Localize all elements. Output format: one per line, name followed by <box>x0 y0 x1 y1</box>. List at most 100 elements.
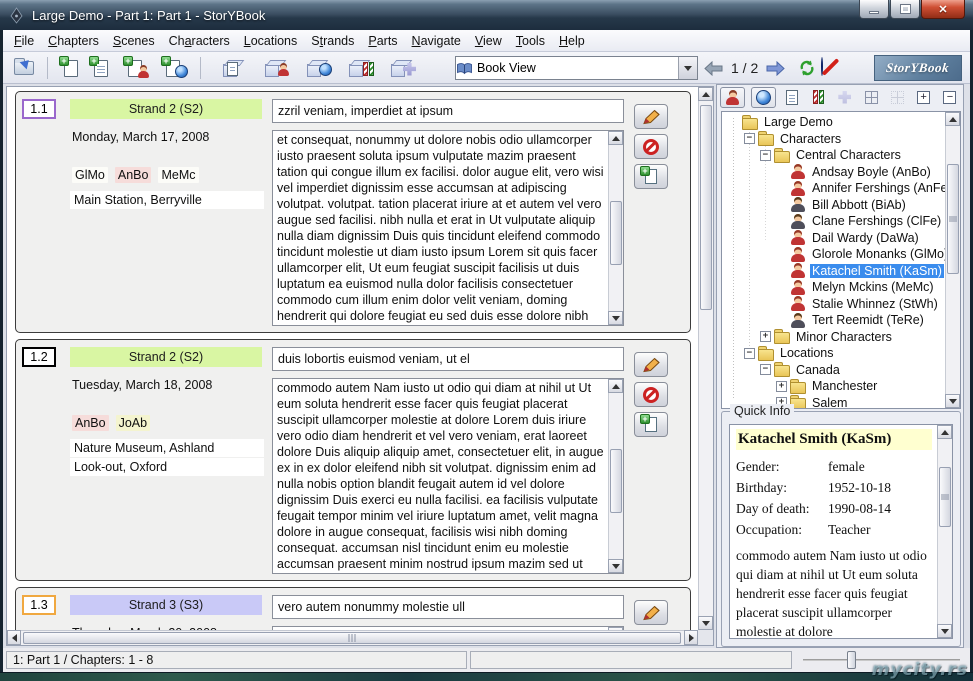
scene-text-area[interactable]: commodo autem Nam iusto ut odio qui diam… <box>272 378 624 574</box>
scene-strand-label: Strand 2 (S2) <box>70 99 262 119</box>
scene-title-input[interactable] <box>272 347 624 371</box>
add-scene-button[interactable]: + <box>634 412 668 437</box>
open-project-button[interactable] <box>9 55 39 81</box>
tree-item[interactable]: Tert Reemidt (TeRe) <box>724 312 944 329</box>
delete-scene-button[interactable] <box>634 382 668 407</box>
scroll-up-button[interactable] <box>937 425 952 439</box>
scroll-up-button[interactable] <box>698 87 713 101</box>
scroll-down-button[interactable] <box>608 311 623 325</box>
delete-scene-button[interactable] <box>634 134 668 159</box>
tree-toggle[interactable]: + <box>760 331 771 342</box>
grid-view-button[interactable] <box>861 87 881 108</box>
scroll-up-button[interactable] <box>608 379 623 393</box>
tree-item[interactable]: −Canada <box>724 362 944 379</box>
grid-view-alt-button[interactable] <box>887 87 907 108</box>
scroll-down-button[interactable] <box>698 616 713 630</box>
menu-strands[interactable]: Strands <box>304 31 361 51</box>
scroll-down-button[interactable] <box>937 624 952 638</box>
scene-text-area[interactable]: et consequat, nonummy ut dolore nobis od… <box>272 130 624 326</box>
menu-navigate[interactable]: Navigate <box>405 31 468 51</box>
edit-scene-button[interactable] <box>634 600 668 625</box>
tree-item[interactable]: Annifer Fershings (AnFe) <box>724 180 944 197</box>
add-scene-button[interactable]: + <box>634 164 668 189</box>
tree-toggle[interactable]: − <box>744 133 755 144</box>
scroll-down-button[interactable] <box>608 559 623 573</box>
zoom-slider-handle[interactable] <box>847 651 856 669</box>
manage-chapters-button[interactable] <box>209 55 251 81</box>
scene-text-scroll-thumb[interactable] <box>610 201 622 265</box>
scroll-up-button[interactable] <box>945 112 960 126</box>
menu-characters[interactable]: Characters <box>162 31 237 51</box>
tree-item[interactable]: Dail Wardy (DaWa) <box>724 230 944 247</box>
tree-item[interactable]: Clane Fershings (ClFe) <box>724 213 944 230</box>
show-locations-button[interactable] <box>751 87 776 108</box>
manage-strands-button[interactable] <box>335 55 377 81</box>
tree-item[interactable]: Large Demo <box>724 114 944 131</box>
refresh-button[interactable] <box>796 56 818 80</box>
tree-toggle[interactable]: + <box>776 381 787 392</box>
collapse-all-button[interactable]: − <box>940 87 960 108</box>
scene-title-input[interactable] <box>272 595 624 619</box>
manage-characters-button[interactable] <box>251 55 293 81</box>
vertical-scroll-thumb[interactable] <box>700 105 712 310</box>
menu-parts[interactable]: Parts <box>361 31 404 51</box>
new-scene-button[interactable]: + <box>86 55 116 81</box>
tree-toggle[interactable]: − <box>744 348 755 359</box>
expand-all-button[interactable]: + <box>914 87 934 108</box>
menu-scenes[interactable]: Scenes <box>106 31 162 51</box>
scene-title-input[interactable] <box>272 99 624 123</box>
toggle-auto-refresh-button[interactable] <box>821 58 840 77</box>
scroll-right-button[interactable] <box>684 630 698 645</box>
horizontal-scroll-thumb[interactable] <box>23 632 681 644</box>
close-button[interactable]: ✕ <box>921 0 965 19</box>
manage-locations-button[interactable] <box>293 55 335 81</box>
edit-scene-button[interactable] <box>634 104 668 129</box>
main-horizontal-scrollbar[interactable] <box>7 630 698 645</box>
scene-text-scrollbar[interactable] <box>608 379 623 573</box>
quick-info-scrollbar[interactable] <box>937 425 952 638</box>
scroll-down-button[interactable] <box>945 394 960 408</box>
tree-scrollbar[interactable] <box>945 112 960 408</box>
menu-chapters[interactable]: Chapters <box>41 31 106 51</box>
new-character-button[interactable]: + <box>116 55 154 81</box>
new-location-button[interactable]: + <box>154 55 192 81</box>
show-notes-button[interactable] <box>782 87 802 108</box>
tree-item[interactable]: Andsay Boyle (AnBo) <box>724 164 944 181</box>
show-strands-button[interactable] <box>808 87 828 108</box>
tree-scroll-thumb[interactable] <box>947 164 959 274</box>
tree-item[interactable]: −Locations <box>724 345 944 362</box>
scroll-left-button[interactable] <box>7 630 21 645</box>
minimize-button[interactable] <box>859 0 889 19</box>
menu-view[interactable]: View <box>468 31 509 51</box>
tree-toggle[interactable]: − <box>760 364 771 375</box>
tree-item[interactable]: −Central Characters <box>724 147 944 164</box>
view-selector[interactable]: Book View <box>455 56 698 80</box>
menu-help[interactable]: Help <box>552 31 592 51</box>
tree-toggle[interactable]: − <box>760 150 771 161</box>
show-characters-button[interactable] <box>720 87 745 108</box>
menu-locations[interactable]: Locations <box>237 31 305 51</box>
main-vertical-scrollbar[interactable] <box>698 87 713 630</box>
tree-item[interactable]: Bill Abbott (BiAb) <box>724 197 944 214</box>
tree-item[interactable]: Melyn Mckins (MeMc) <box>724 279 944 296</box>
quick-info-scroll-thumb[interactable] <box>939 467 951 527</box>
tree-item[interactable]: +Minor Characters <box>724 329 944 346</box>
show-parts-button[interactable] <box>835 87 855 108</box>
dropdown-arrow-button[interactable] <box>678 57 697 79</box>
scene-text-scrollbar[interactable] <box>608 131 623 325</box>
edit-scene-button[interactable] <box>634 352 668 377</box>
new-chapter-button[interactable]: + <box>56 55 86 81</box>
menu-file[interactable]: File <box>7 31 41 51</box>
scroll-up-button[interactable] <box>608 131 623 145</box>
maximize-button[interactable] <box>890 0 920 19</box>
previous-part-button[interactable] <box>703 61 724 76</box>
scene-text-scroll-thumb[interactable] <box>610 449 622 513</box>
tree-item[interactable]: +Manchester <box>724 378 944 395</box>
tree-item[interactable]: Katachel Smith (KaSm) <box>724 263 944 280</box>
tree-item[interactable]: −Characters <box>724 131 944 148</box>
menu-tools[interactable]: Tools <box>509 31 552 51</box>
tree-item[interactable]: Stalie Whinnez (StWh) <box>724 296 944 313</box>
tree-item[interactable]: Glorole Monanks (GlMo) <box>724 246 944 263</box>
next-part-button[interactable] <box>765 61 786 76</box>
manage-parts-button[interactable] <box>377 55 419 81</box>
